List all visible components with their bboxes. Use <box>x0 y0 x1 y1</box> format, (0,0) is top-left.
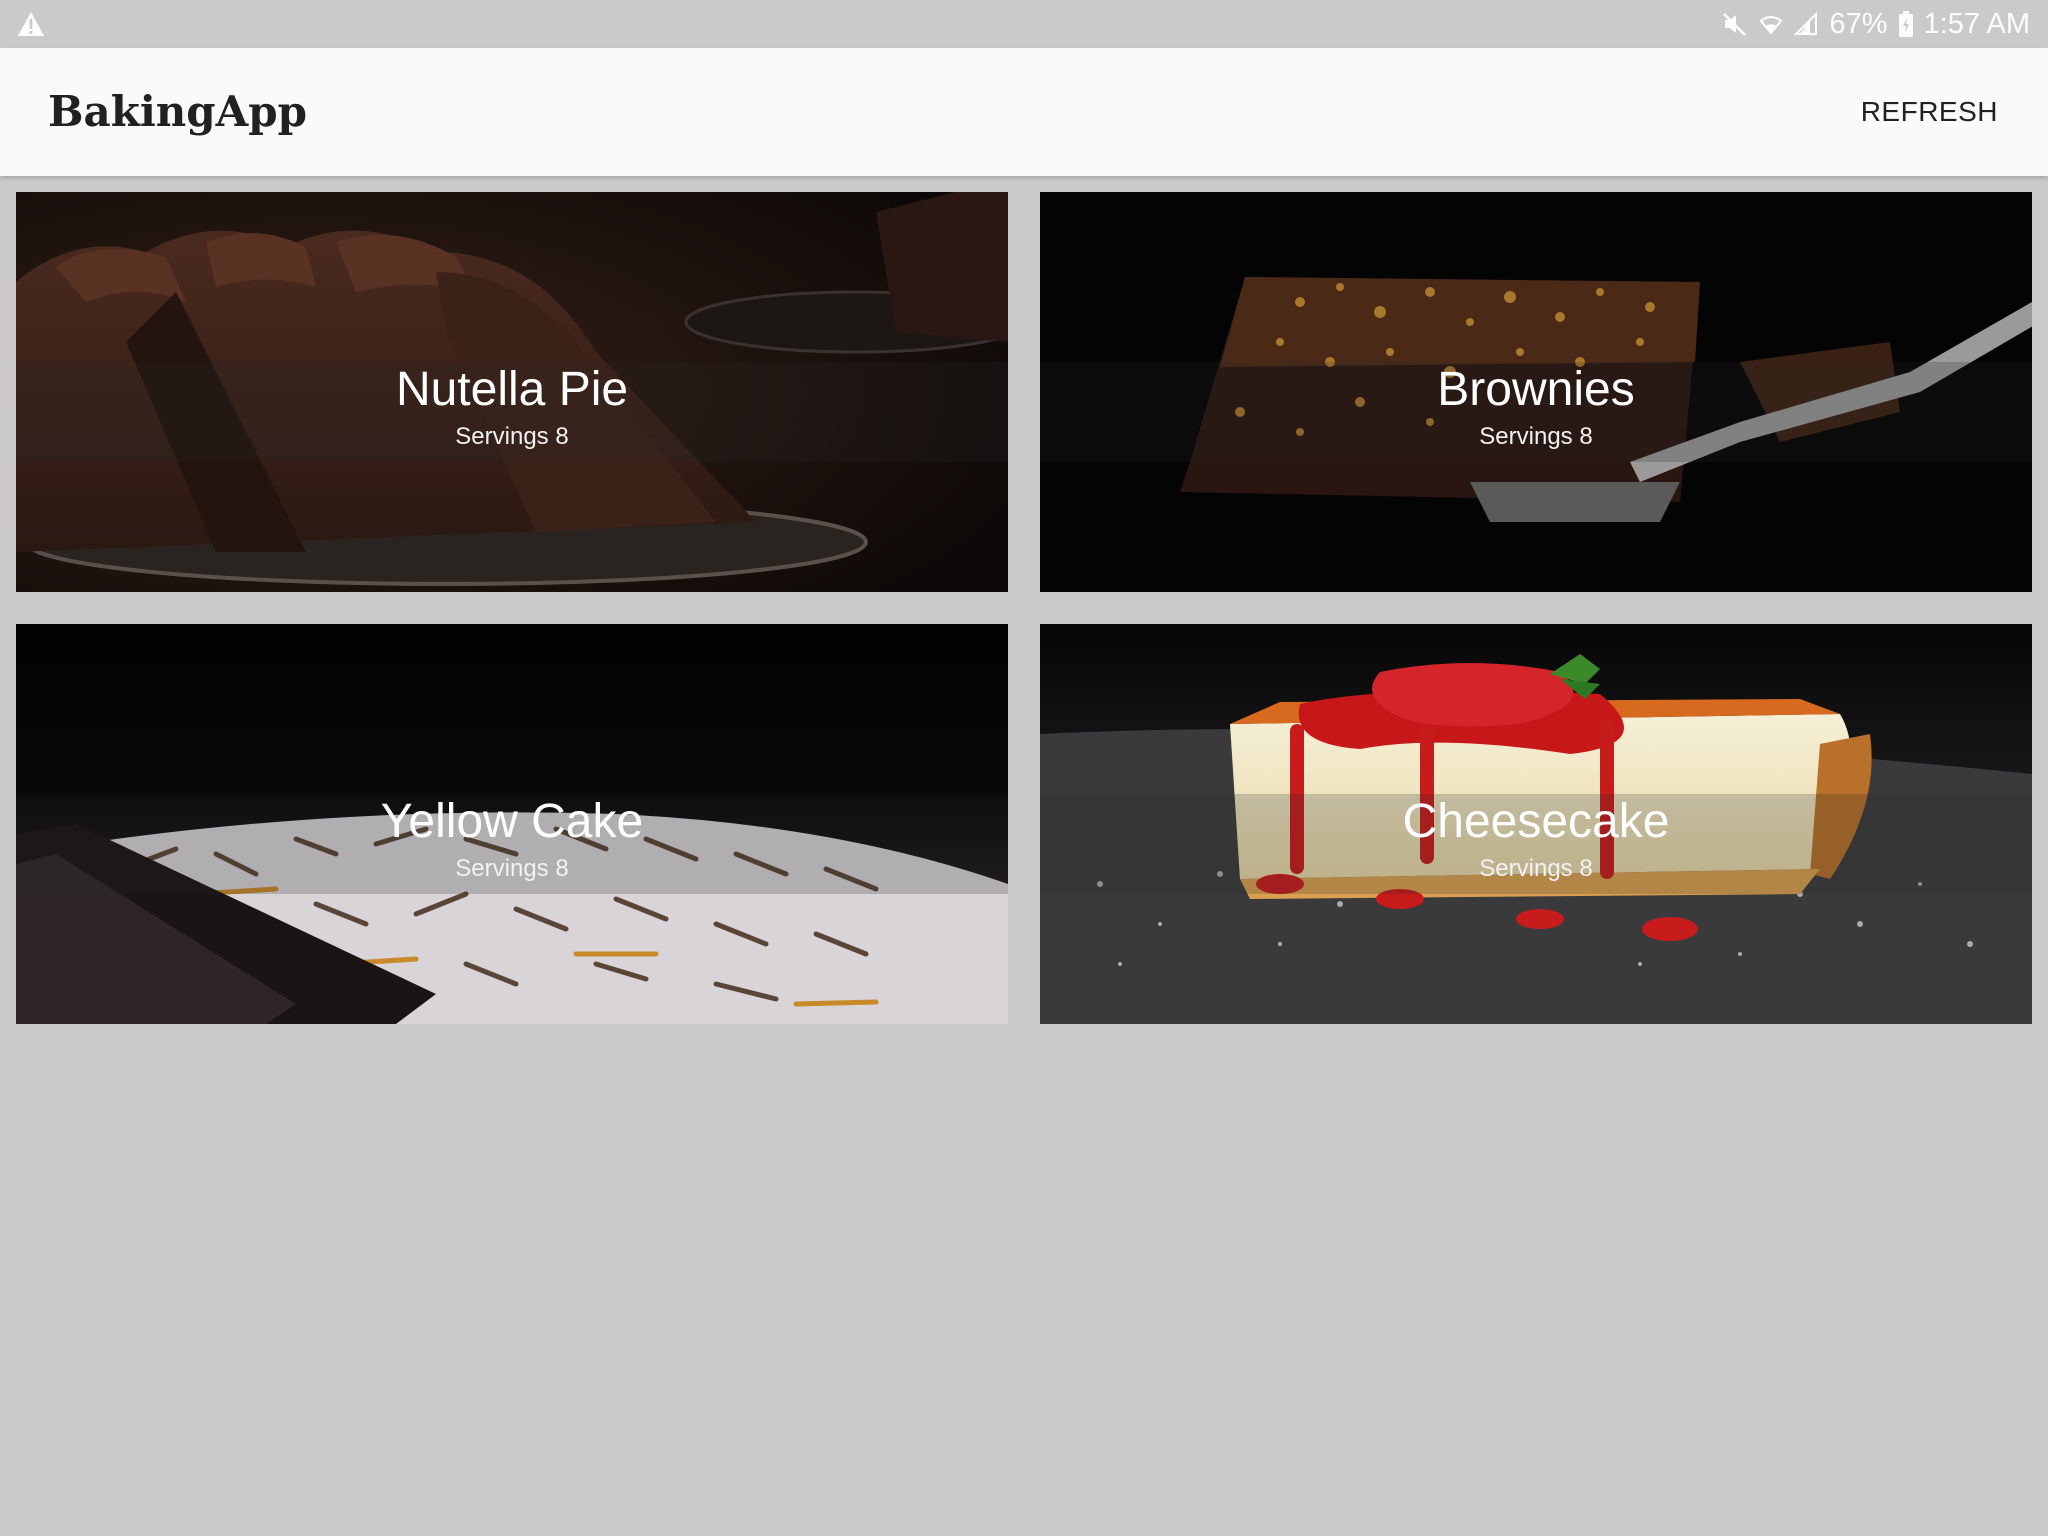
recipe-card-brownies[interactable]: Brownies Servings 8 <box>1040 192 2032 592</box>
wifi-icon <box>1758 11 1784 37</box>
mute-icon <box>1722 11 1748 37</box>
signal-icon <box>1793 11 1820 37</box>
app-title: BakingApp <box>48 87 307 136</box>
battery-percent: 67% <box>1829 7 1888 40</box>
clock: 1:57 AM <box>1923 7 2030 40</box>
warning-icon <box>16 10 46 38</box>
recipe-servings: Servings 8 <box>455 855 569 882</box>
recipe-servings: Servings 8 <box>1479 423 1593 450</box>
recipe-card-yellow-cake[interactable]: Yellow Cake Servings 8 <box>16 624 1008 1024</box>
recipe-name: Nutella Pie <box>395 363 629 416</box>
recipe-servings: Servings 8 <box>1479 855 1593 882</box>
recipe-name: Cheesecake <box>1402 795 1670 848</box>
recipe-servings: Servings 8 <box>455 423 569 450</box>
recipe-name: Yellow Cake <box>380 795 644 848</box>
status-bar: 67% 1:57 AM <box>0 0 2048 48</box>
recipe-name: Brownies <box>1437 363 1635 416</box>
app-bar: BakingApp REFRESH <box>0 48 2048 176</box>
status-icons: 67% 1:57 AM <box>1722 0 2030 48</box>
refresh-button[interactable]: REFRESH <box>1851 82 2008 142</box>
recipe-card-nutella-pie[interactable]: Nutella Pie Servings 8 <box>16 192 1008 592</box>
battery-charging-icon <box>1898 10 1914 38</box>
recipe-card-cheesecake[interactable]: Cheesecake Servings 8 <box>1040 624 2032 1024</box>
